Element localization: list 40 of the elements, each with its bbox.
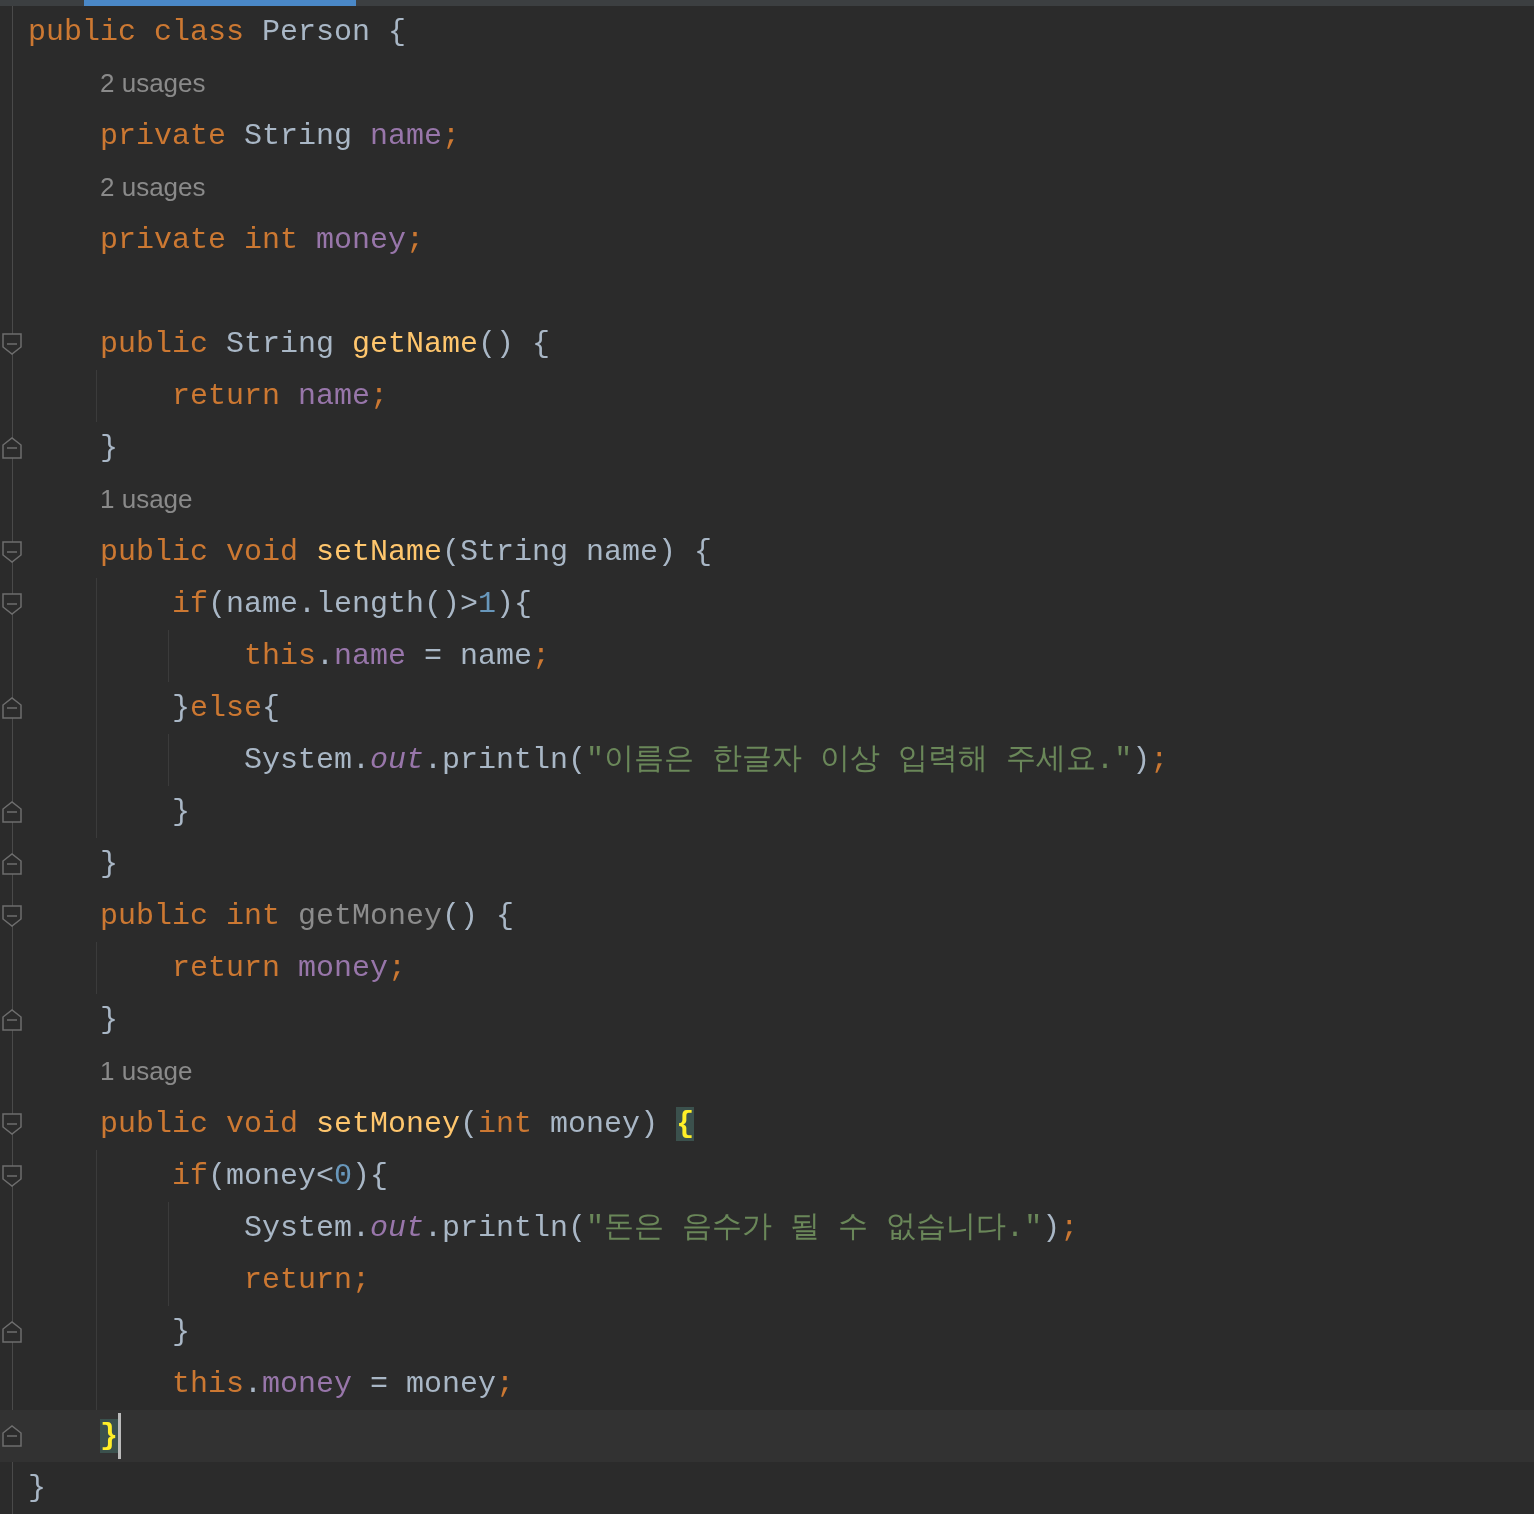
code-line: public void setName(String name) { — [99, 534, 713, 571]
code-line: } — [28, 1470, 46, 1507]
code-line: public int getMoney() { — [99, 898, 515, 935]
fold-end-icon[interactable] — [2, 1009, 22, 1031]
code-line: public String getName() { — [99, 326, 551, 363]
code-line: return; — [243, 1262, 371, 1299]
code-line: return name; — [171, 378, 389, 415]
usages-hint[interactable]: 1 usage — [28, 477, 193, 523]
code-line: return money; — [171, 950, 407, 987]
code-line: public class Person { — [28, 14, 407, 51]
fold-end-icon[interactable] — [2, 1425, 22, 1447]
usages-hint[interactable]: 2 usages — [28, 165, 206, 211]
fold-end-icon[interactable] — [2, 801, 22, 823]
code-line: } — [171, 1314, 191, 1351]
code-line: this.money = money; — [171, 1366, 515, 1403]
fold-collapse-icon[interactable] — [2, 333, 22, 355]
fold-collapse-icon[interactable] — [2, 593, 22, 615]
fold-end-icon[interactable] — [2, 853, 22, 875]
code-line: this.name = name; — [243, 638, 551, 675]
code-line: private String name; — [99, 118, 461, 155]
code-line: }else{ — [171, 690, 281, 727]
fold-collapse-icon[interactable] — [2, 905, 22, 927]
code-line: if(name.length()>1){ — [171, 586, 533, 623]
code-line: System.out.println("돈은 음수가 될 수 없습니다."); — [243, 1210, 1079, 1247]
fold-collapse-icon[interactable] — [2, 541, 22, 563]
usages-hint[interactable]: 2 usages — [28, 61, 206, 107]
fold-end-icon[interactable] — [2, 437, 22, 459]
code-line: public void setMoney(int money) { — [99, 1106, 695, 1143]
code-line: } — [171, 794, 191, 831]
fold-collapse-icon[interactable] — [2, 1165, 22, 1187]
code-line: System.out.println("이름은 한글자 이상 입력해 주세요."); — [243, 742, 1169, 779]
code-line: } — [99, 846, 118, 883]
fold-collapse-icon[interactable] — [2, 1113, 22, 1135]
code-line: private int money; — [99, 222, 425, 259]
code-line: } — [99, 430, 118, 467]
usages-hint[interactable]: 1 usage — [28, 1049, 193, 1095]
fold-end-icon[interactable] — [2, 1321, 22, 1343]
code-line: if(money<0){ — [171, 1158, 389, 1195]
fold-end-icon[interactable] — [2, 697, 22, 719]
code-line: } — [99, 1002, 118, 1039]
